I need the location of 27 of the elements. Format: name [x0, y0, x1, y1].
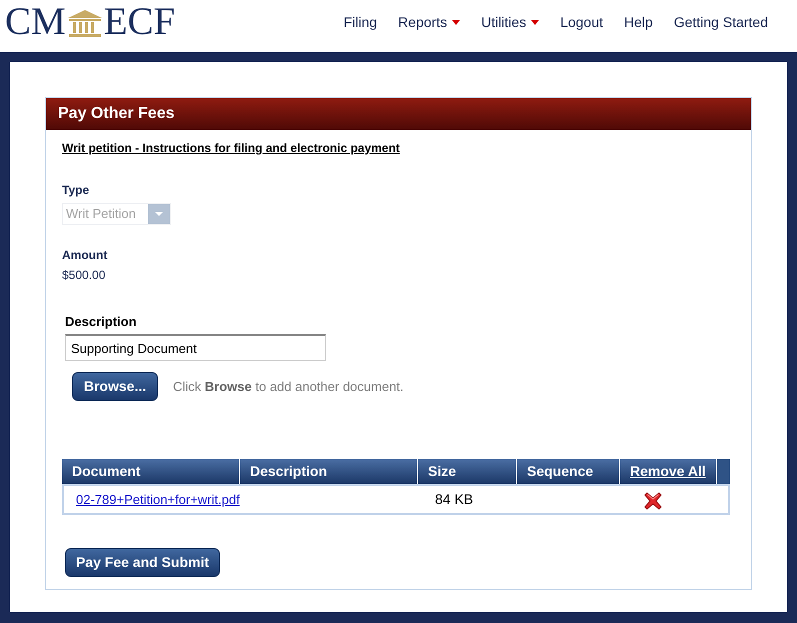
instructions-link[interactable]: Writ petition - Instructions for filing and electronic payment [62, 140, 400, 156]
nav-link[interactable]: Getting Started [674, 12, 768, 32]
nav-link[interactable]: Logout [560, 12, 604, 32]
panel-title: Pay Other Fees [46, 98, 751, 130]
nav-link[interactable]: Utilities [481, 12, 540, 32]
column-header: Size [418, 459, 517, 484]
x-mark-icon[interactable] [644, 492, 662, 510]
caret-icon [148, 204, 170, 224]
table-header-cap [717, 459, 730, 484]
amount-value: $500.00 [62, 267, 106, 283]
nav-link[interactable]: Reports [398, 12, 460, 32]
field-label: Description [65, 313, 137, 331]
nav-link[interactable]: Help [624, 12, 653, 32]
size-cell: 84 KB [435, 490, 474, 506]
browse-hint: Click Browse to add another document. [173, 378, 404, 396]
column-header: Document [62, 459, 240, 484]
field-label: Amount [62, 247, 108, 263]
courthouse-icon [66, 9, 103, 38]
logo-text: ECF [104, 4, 176, 40]
logo-text: CM [5, 4, 66, 40]
description-input[interactable]: Supporting Document [65, 334, 326, 361]
field-label: Type [62, 182, 90, 198]
column-header: Sequence [517, 459, 620, 484]
nav-link[interactable]: Filing [344, 12, 378, 32]
browse-button[interactable]: Browse... [72, 372, 158, 401]
pay-fee-submit-button[interactable]: Pay Fee and Submit [65, 548, 220, 577]
column-header: Description [240, 459, 418, 484]
